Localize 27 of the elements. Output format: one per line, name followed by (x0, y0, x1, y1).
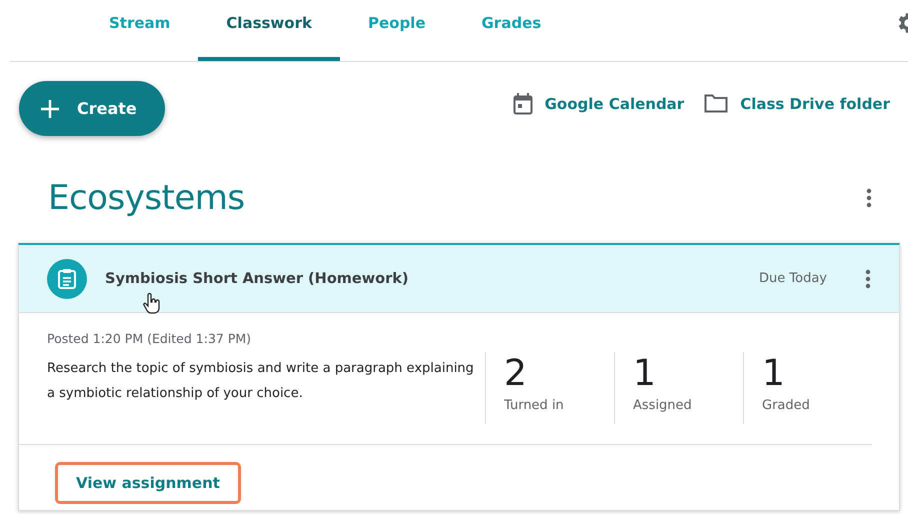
hand-cursor-icon (142, 293, 162, 315)
posted-time: Posted 1:20 PM (Edited 1:37 PM) (47, 331, 252, 346)
assignment-header[interactable]: Symbiosis Short Answer (Homework) Due Today (19, 245, 899, 313)
topic-title: Ecosystems (48, 178, 245, 218)
view-assignment-link[interactable]: View assignment (55, 462, 241, 504)
due-date: Due Today (759, 271, 827, 286)
tab[interactable]: Classwork (198, 0, 340, 61)
tab[interactable]: Stream (81, 0, 198, 61)
calendar-icon (512, 92, 533, 114)
tab[interactable]: Grades (454, 0, 570, 61)
assignment-icon (47, 258, 87, 298)
stat-label: Assigned (633, 398, 693, 413)
link[interactable]: Class Drive folder (704, 92, 890, 114)
more-options-icon[interactable] (866, 188, 872, 208)
stat-count: 2 (504, 352, 528, 396)
assignment-title[interactable]: Symbiosis Short Answer (Homework) (105, 270, 742, 286)
plus-icon (41, 100, 59, 118)
more-options-icon[interactable] (865, 268, 871, 288)
assignment-description: Research the topic of symbiosis and write a paragraph explaining a symbiotic relationship of your choice. (47, 360, 475, 403)
create-button[interactable]: Create (19, 81, 165, 136)
stat-count: 1 (633, 352, 657, 396)
stat-label: Graded (762, 398, 811, 413)
stat-count: 1 (762, 352, 786, 396)
link[interactable]: Google Calendar (512, 92, 684, 114)
folder-icon (704, 94, 728, 113)
tab[interactable]: People (340, 0, 454, 61)
stat-label: Turned in (504, 398, 565, 413)
